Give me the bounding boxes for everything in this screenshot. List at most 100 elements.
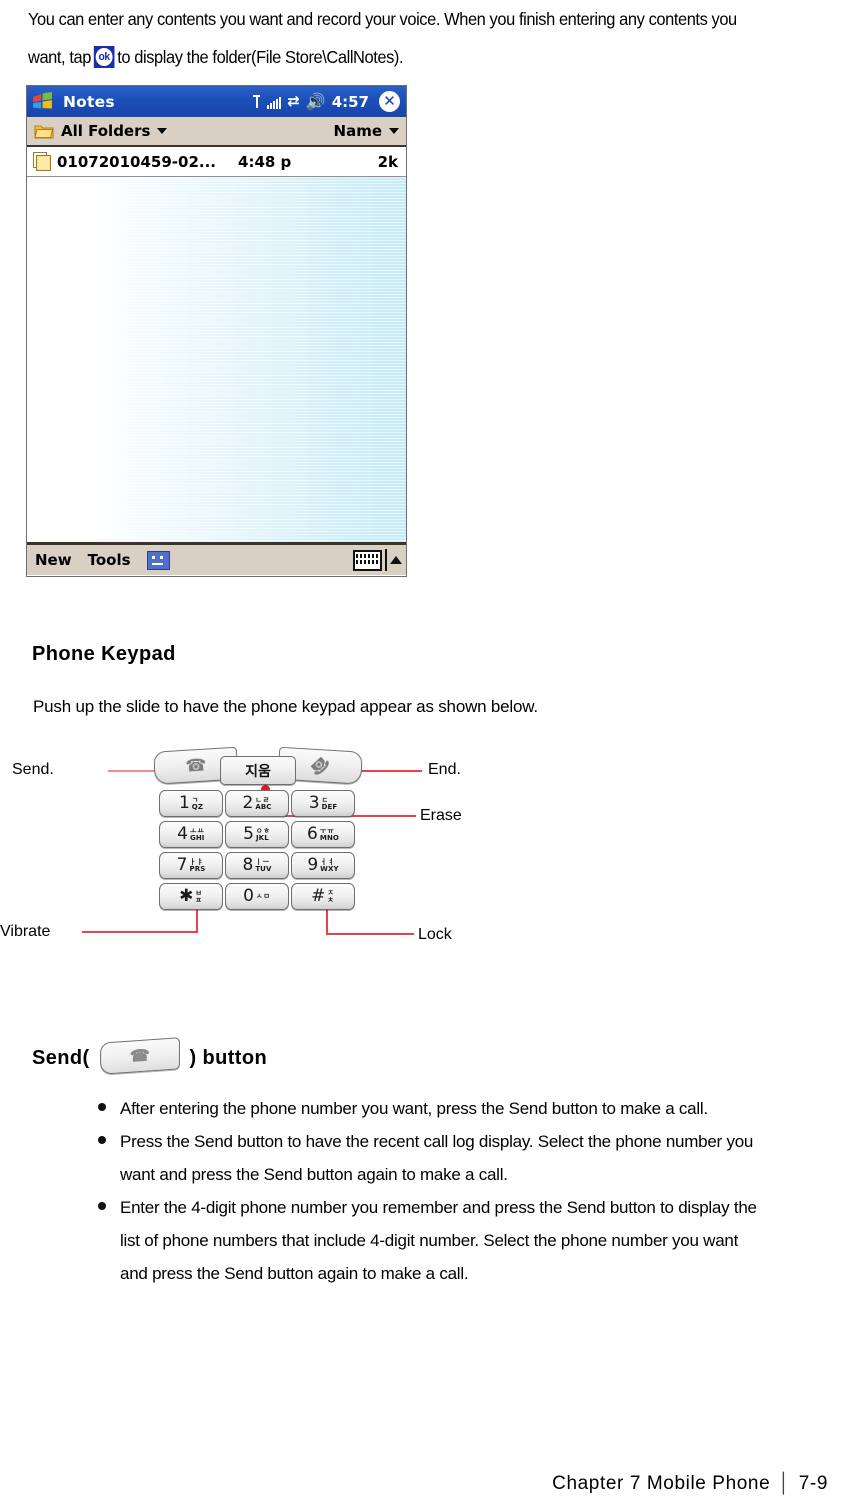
bullet-3-line-2: list of phone numbers that include 4-dig… xyxy=(120,1231,739,1250)
leader-line-lock xyxy=(326,933,414,935)
pda-clock[interactable]: 4:57 xyxy=(332,93,369,111)
key-4-sub: ㅗㅛ GHI xyxy=(190,827,205,842)
pocketpc-screenshot: Notes ⇄ 🔊 4:57 ✕ All Folders Name 010720… xyxy=(26,85,407,577)
send-button-bullet-list: After entering the phone number you want… xyxy=(98,1092,850,1290)
phone-handset-icon-heading: ☎ xyxy=(129,1047,150,1066)
new-menu-button[interactable]: New xyxy=(35,551,72,569)
key-3-sub: ㄷ DEF xyxy=(321,796,338,811)
key-8-number: 8 xyxy=(242,855,254,875)
key-0[interactable]: 0 ㅅㅁ xyxy=(225,883,289,910)
close-icon[interactable]: ✕ xyxy=(379,91,400,112)
signal-t-icon xyxy=(253,95,261,108)
key-2-number: 2 xyxy=(242,793,254,813)
key-0-number: 0 xyxy=(243,886,254,906)
key-4-number: 4 xyxy=(177,824,188,844)
chevron-down-icon-sort[interactable] xyxy=(389,128,399,134)
key-2-latin: ABC xyxy=(255,802,272,811)
intro-line-2-before: want, tap xyxy=(28,47,91,67)
phone-handset-icon: ☎ xyxy=(184,755,208,776)
list-item-text: Press the Send button to have the recent… xyxy=(120,1125,850,1191)
key-7-latin: PRS xyxy=(189,864,206,873)
key-4[interactable]: 4 ㅗㅛ GHI xyxy=(159,821,223,848)
key-hash-number: # xyxy=(311,886,326,906)
key-erase[interactable]: 지움 xyxy=(220,756,296,785)
key-2-sub: ㄴㄹ ABC xyxy=(255,796,272,811)
bullet-dot-icon xyxy=(98,1202,106,1210)
key-3-latin: DEF xyxy=(321,802,338,811)
tools-menu-button[interactable]: Tools xyxy=(88,551,131,569)
key-hash[interactable]: # ㅈ ㅊ xyxy=(291,883,355,910)
key-6-sub: ㅜㅠ MNO xyxy=(319,827,339,842)
bullet-2-line-1: Press the Send button to have the recent… xyxy=(120,1132,754,1151)
start-button[interactable] xyxy=(27,86,57,117)
list-item: After entering the phone number you want… xyxy=(98,1092,850,1125)
keypad-figure: Send. End. Erase Vibrate Lock ☎ ☎ 지움 1 ㄱ… xyxy=(0,745,850,960)
key-star[interactable]: ✱ ㅂ ㅍ xyxy=(159,883,223,910)
key-1[interactable]: 1 ㄱ QZ xyxy=(159,790,223,817)
sort-label[interactable]: Name xyxy=(334,122,382,140)
footer-separator: │ xyxy=(778,1473,791,1494)
chevron-down-icon-folder[interactable] xyxy=(157,128,168,134)
key-2[interactable]: 2 ㄴㄹ ABC xyxy=(225,790,289,817)
key-3[interactable]: 3 ㄷ DEF xyxy=(291,790,355,817)
signal-strength-icon[interactable] xyxy=(267,95,282,109)
pda-command-bar: New Tools xyxy=(27,542,406,575)
key-1-sub: ㄱ QZ xyxy=(191,796,204,811)
key-erase-label: 지움 xyxy=(245,763,271,780)
note-name: 01072010459-02... xyxy=(57,152,217,171)
page-title-phone-keypad: Phone Keypad xyxy=(32,643,176,665)
intro-paragraph: You can enter any contents you want and … xyxy=(28,0,780,76)
leader-line-vibrate xyxy=(82,931,198,933)
key-0-hangul: ㅅㅁ xyxy=(255,892,271,900)
connectivity-icon[interactable]: ⇄ xyxy=(287,94,300,109)
key-8[interactable]: 8 ㅣㅡ TUV xyxy=(225,852,289,879)
phone-hangup-icon: ☎ xyxy=(305,751,335,780)
key-6-latin: MNO xyxy=(319,833,339,842)
bullet-dot-icon xyxy=(98,1136,106,1144)
bullet-3-line-3: and press the Send button again to make … xyxy=(120,1264,469,1283)
intro-line-2-after: to display the folder(File Store\CallNot… xyxy=(117,47,404,67)
key-1-number: 1 xyxy=(178,793,190,813)
intro-line-1: You can enter any contents you want and … xyxy=(28,9,737,29)
footer-chapter: Chapter 7 Mobile Phone xyxy=(552,1473,771,1494)
folder-filter-label[interactable]: All Folders xyxy=(61,122,150,140)
keypad-row-1: 1 ㄱ QZ 2 ㄴㄹ ABC 3 ㄷ DEF xyxy=(158,790,358,817)
chevron-up-icon[interactable] xyxy=(390,556,402,564)
note-list-canvas xyxy=(27,177,406,542)
section-intro-text: Push up the slide to have the phone keyp… xyxy=(33,697,538,716)
key-7[interactable]: 7 ㅏㅑ PRS xyxy=(159,852,223,879)
emoticon-icon[interactable] xyxy=(146,550,170,570)
ok-icon xyxy=(93,46,115,68)
key-hash-sub: ㅈ ㅊ xyxy=(327,889,334,904)
volume-speaker-icon[interactable]: 🔊 xyxy=(306,93,326,110)
pda-app-title: Notes xyxy=(63,92,115,111)
note-time: 4:48 p xyxy=(238,152,292,171)
key-5-latin: JKL xyxy=(255,833,269,842)
key-star-hangul2: ㅍ xyxy=(195,895,202,904)
key-1-latin: QZ xyxy=(191,802,204,811)
key-9-sub: ㅓㅕ WXY xyxy=(320,858,339,873)
key-9[interactable]: 9 ㅓㅕ WXY xyxy=(291,852,355,879)
callout-label-send: Send. xyxy=(12,761,54,778)
note-size: 2k xyxy=(377,152,398,171)
send-key-illustration: ☎ xyxy=(99,1037,180,1075)
key-9-number: 9 xyxy=(307,855,319,875)
pda-title-bar: Notes ⇄ 🔊 4:57 ✕ xyxy=(27,86,406,117)
page-footer: Chapter 7 Mobile Phone │ 7-9 xyxy=(552,1473,828,1495)
key-5-sub: ㅇㅎ JKL xyxy=(255,827,271,842)
windows-flag-icon xyxy=(32,92,52,109)
key-6[interactable]: 6 ㅜㅠ MNO xyxy=(291,821,355,848)
input-panel-controls xyxy=(353,549,402,571)
key-7-number: 7 xyxy=(176,855,188,875)
key-5[interactable]: 5 ㅇㅎ JKL xyxy=(225,821,289,848)
divider xyxy=(385,549,387,571)
pda-status-area: ⇄ 🔊 4:57 ✕ xyxy=(253,86,400,117)
key-8-sub: ㅣㅡ TUV xyxy=(255,858,271,873)
key-7-sub: ㅏㅑ PRS xyxy=(189,858,206,873)
callout-label-lock: Lock xyxy=(418,926,452,943)
list-item-text: Enter the 4-digit phone number you remem… xyxy=(120,1191,850,1290)
footer-page-number: 7-9 xyxy=(798,1473,828,1494)
key-star-number: ✱ xyxy=(179,886,194,906)
note-list-item[interactable]: 01072010459-02... 4:48 p 2k xyxy=(27,147,406,177)
keyboard-icon[interactable] xyxy=(353,549,382,571)
